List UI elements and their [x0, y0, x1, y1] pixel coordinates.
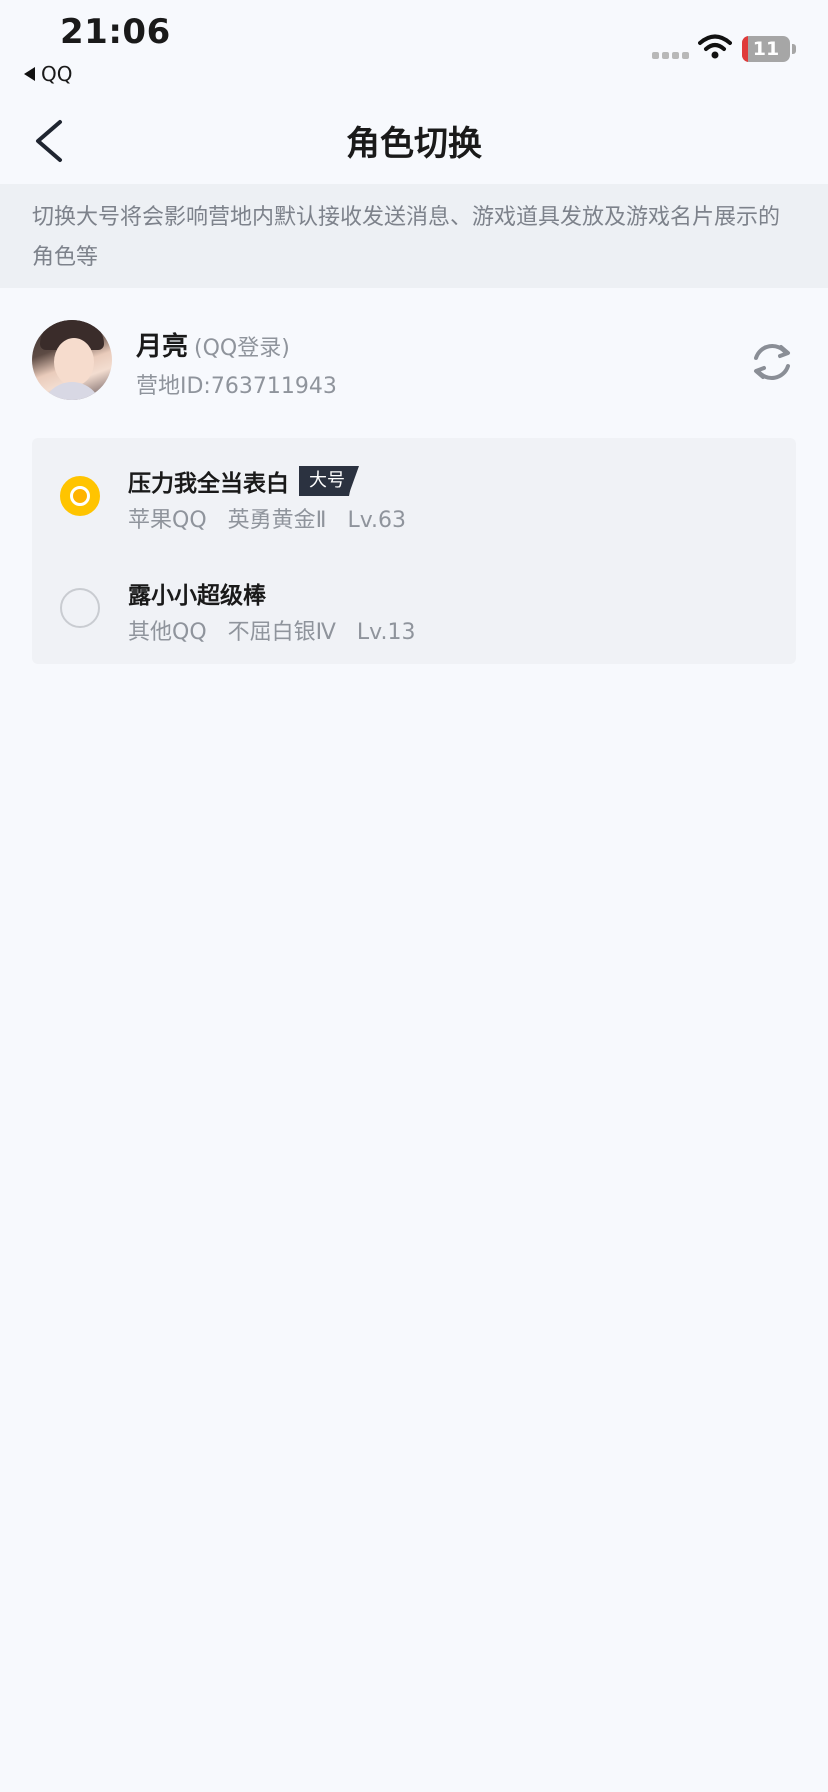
- signal-dots-icon: [652, 52, 689, 59]
- status-time: 21:06: [60, 12, 171, 52]
- role-list: 压力我全当表白 大号 苹果QQ 英勇黄金Ⅱ Lv.63 露小小超级棒 其他QQ …: [32, 438, 796, 664]
- back-triangle-icon: [24, 67, 35, 81]
- battery-icon: 11: [742, 36, 790, 62]
- radio-unselected-icon[interactable]: [60, 588, 100, 628]
- role-name: 压力我全当表白: [128, 471, 289, 497]
- notice-text: 切换大号将会影响营地内默认接收发送消息、游戏道具发放及游戏名片展示的角色等: [0, 184, 828, 288]
- back-app-label: QQ: [41, 62, 73, 86]
- user-name: 月亮: [136, 332, 189, 362]
- camp-id: 营地ID:763711943: [136, 374, 337, 399]
- role-platform: 苹果QQ: [128, 508, 207, 533]
- role-name: 露小小超级棒: [128, 583, 266, 609]
- battery-level: 11: [752, 38, 780, 60]
- refresh-icon[interactable]: [748, 338, 796, 386]
- role-platform: 其他QQ: [128, 620, 207, 645]
- main-account-badge: 大号: [299, 466, 359, 496]
- role-level: Lv.13: [356, 620, 416, 645]
- role-rank: 不屈白银Ⅳ: [227, 620, 336, 645]
- role-meta: 苹果QQ 英勇黄金Ⅱ Lv.63: [128, 502, 406, 534]
- radio-selected-icon[interactable]: [60, 476, 100, 516]
- user-name-row: 月亮 (QQ登录): [136, 326, 290, 363]
- role-item[interactable]: 露小小超级棒 其他QQ 不屈白银Ⅳ Lv.13: [32, 550, 796, 662]
- avatar[interactable]: [32, 320, 112, 400]
- role-level: Lv.63: [347, 508, 407, 533]
- battery-cap: [792, 44, 796, 54]
- page-title: 角色切换: [346, 124, 482, 164]
- wifi-icon: [698, 34, 732, 59]
- role-meta: 其他QQ 不屈白银Ⅳ Lv.13: [128, 614, 415, 646]
- role-item[interactable]: 压力我全当表白 大号 苹果QQ 英勇黄金Ⅱ Lv.63: [32, 438, 796, 550]
- back-to-app-link[interactable]: QQ: [24, 62, 72, 86]
- role-rank: 英勇黄金Ⅱ: [227, 508, 327, 533]
- login-type: (QQ登录): [194, 336, 290, 361]
